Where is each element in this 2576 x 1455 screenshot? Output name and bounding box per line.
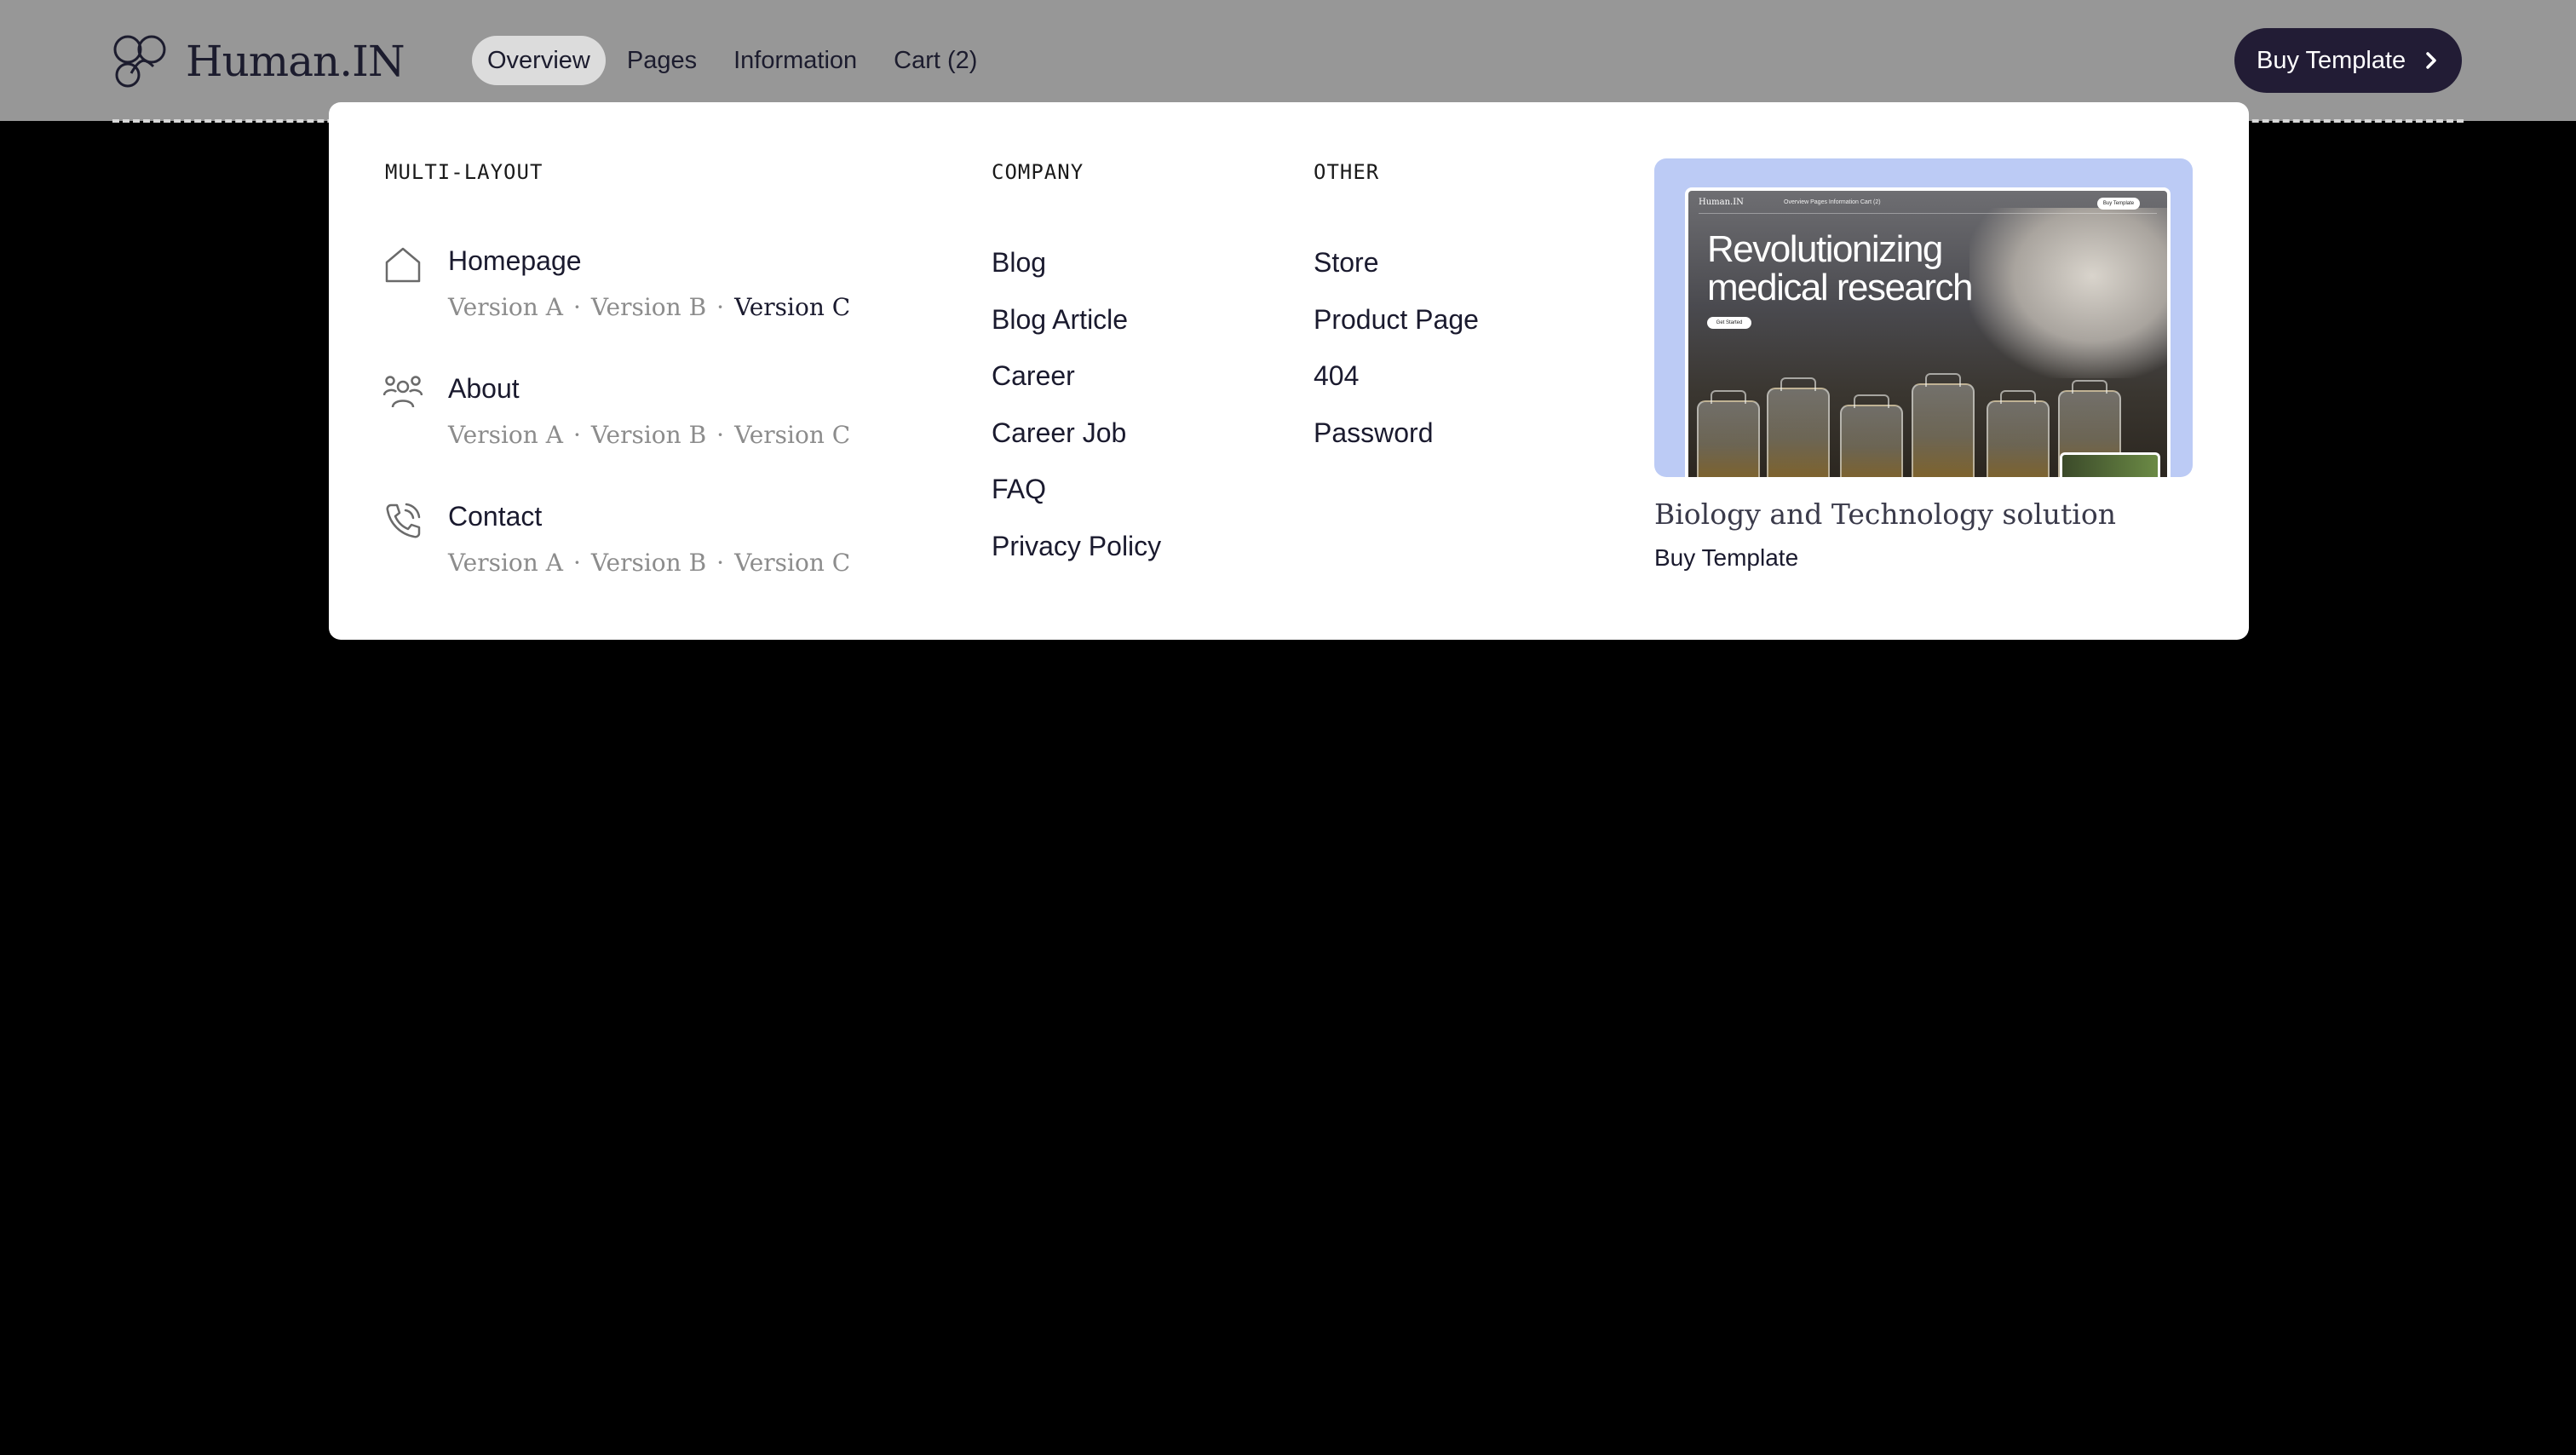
nav-pages[interactable]: Pages (612, 36, 712, 85)
vial-image (1840, 394, 1903, 477)
menu-item-about[interactable]: About Version A · Version B · Version C (383, 373, 980, 475)
about-version-a[interactable]: Version A (448, 421, 563, 449)
about-title: About (448, 373, 520, 404)
separator: · (716, 293, 725, 321)
about-version-c[interactable]: Version C (734, 421, 850, 449)
preview-thumbnail (2060, 452, 2160, 477)
nav-cart[interactable]: Cart (2) (878, 36, 992, 85)
separator: · (572, 421, 581, 449)
homepage-version-a[interactable]: Version A (448, 293, 563, 321)
preview-logo: Human.IN (1699, 198, 1744, 207)
preview-nav: Human.IN Overview Pages Information Cart… (1699, 198, 2157, 214)
separator: · (716, 549, 725, 577)
contact-version-a[interactable]: Version A (448, 549, 563, 577)
link-password[interactable]: Password (1314, 416, 1479, 473)
link-faq[interactable]: FAQ (992, 472, 1161, 529)
vial-image (1912, 373, 1975, 477)
home-icon (385, 247, 421, 283)
link-career[interactable]: Career (992, 359, 1161, 416)
about-versions: Version A · Version B · Version C (448, 421, 850, 449)
link-privacy-policy[interactable]: Privacy Policy (992, 529, 1161, 586)
about-version-b[interactable]: Version B (591, 421, 706, 449)
separator: · (716, 421, 725, 449)
vial-image (1987, 390, 2050, 477)
overview-dropdown-menu: MULTI-LAYOUT Homepage Version A · Version … (329, 102, 2249, 640)
company-links: Blog Blog Article Career Career Job FAQ … (992, 245, 1161, 585)
link-blog[interactable]: Blog (992, 245, 1161, 302)
homepage-version-c[interactable]: Version C (734, 293, 850, 321)
menu-item-homepage[interactable]: Homepage Version A · Version B · Version C (383, 245, 980, 348)
link-product-page[interactable]: Product Page (1314, 302, 1479, 359)
homepage-version-b[interactable]: Version B (591, 293, 706, 321)
link-404[interactable]: 404 (1314, 359, 1479, 416)
link-career-job[interactable]: Career Job (992, 416, 1161, 473)
vial-image (1767, 377, 1830, 477)
link-blog-article[interactable]: Blog Article (992, 302, 1161, 359)
users-icon (383, 376, 423, 408)
promo-preview-card[interactable]: Human.IN Overview Pages Information Cart… (1654, 158, 2193, 477)
other-links: Store Product Page 404 Password (1314, 245, 1479, 472)
promo-title: Biology and Technology solution (1654, 497, 2116, 531)
nav-information[interactable]: Information (718, 36, 872, 85)
menu-item-contact[interactable]: Contact Version A · Version B · Version C (383, 501, 980, 603)
promo-buy-template-link[interactable]: Buy Template (1654, 544, 2193, 572)
logo-text: Human.IN (186, 37, 405, 86)
separator: · (572, 549, 581, 577)
contact-version-b[interactable]: Version B (591, 549, 706, 577)
other-heading: OTHER (1314, 160, 1380, 184)
logo[interactable]: Human.IN (111, 32, 405, 90)
multi-layout-heading: MULTI-LAYOUT (385, 160, 543, 184)
main-nav: Overview Pages Information Cart (2) (472, 36, 998, 85)
preview-nav-links: Overview Pages Information Cart (2) (1784, 199, 1881, 205)
buy-template-label: Buy Template (2257, 46, 2406, 74)
chevron-right-icon (2426, 52, 2436, 69)
preview-buy-button: Buy Template (2097, 198, 2140, 210)
homepage-title: Homepage (448, 245, 582, 276)
logo-mark-icon (113, 35, 166, 88)
preview-headline: Revolutionizing medical research (1707, 228, 1974, 308)
nav-overview[interactable]: Overview (472, 36, 606, 85)
company-heading: COMPANY (992, 160, 1084, 184)
vial-image (1697, 390, 1760, 477)
template-promo: Human.IN Overview Pages Information Cart… (1654, 158, 2193, 572)
link-store[interactable]: Store (1314, 245, 1479, 302)
buy-template-button[interactable]: Buy Template (2234, 28, 2462, 93)
contact-version-c[interactable]: Version C (734, 549, 850, 577)
separator: · (572, 293, 581, 321)
contact-title: Contact (448, 501, 543, 532)
preview-cta: Get Started (1707, 317, 1751, 329)
contact-versions: Version A · Version B · Version C (448, 549, 850, 577)
homepage-versions: Version A · Version B · Version C (448, 293, 850, 321)
template-preview-screenshot: Human.IN Overview Pages Information Cart… (1685, 187, 2171, 477)
phone-icon (386, 503, 421, 538)
